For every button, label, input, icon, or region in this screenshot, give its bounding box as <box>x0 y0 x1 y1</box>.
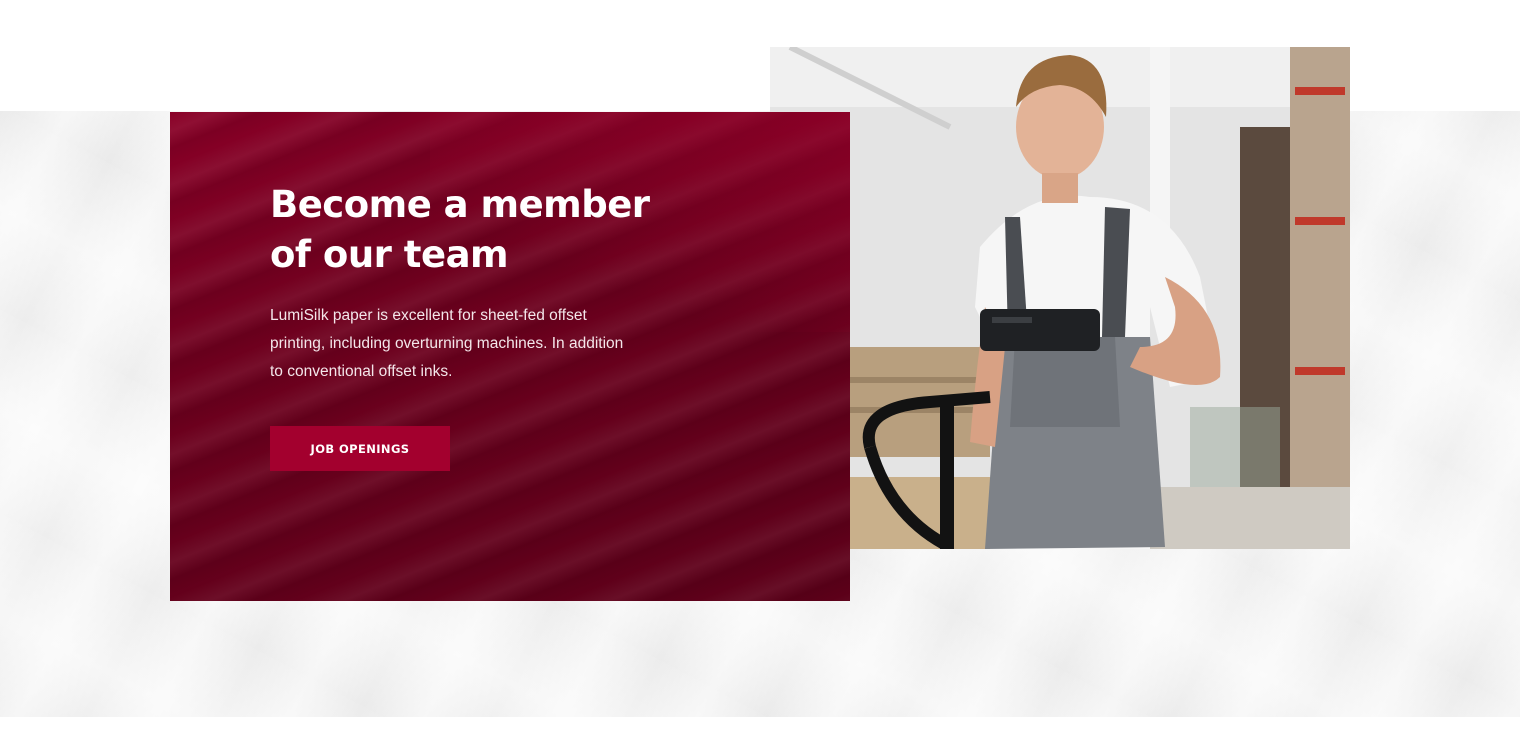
worker-image <box>770 47 1350 549</box>
section-title-line-2: of our team <box>270 233 509 276</box>
job-openings-button[interactable]: JOB OPENINGS <box>270 426 450 471</box>
section-title-line-1: Become a member <box>270 183 650 226</box>
description-line-1: LumiSilk paper is excellent for sheet-fe… <box>270 307 587 324</box>
description-line-2: printing, including overturning machines… <box>270 335 624 352</box>
description-line-3: to conventional offset inks. <box>270 363 453 380</box>
section-description: LumiSilk paper is excellent for sheet-fe… <box>270 302 670 386</box>
warehouse-worker-photo <box>770 47 1350 549</box>
section-title: Become a member of our team <box>270 180 690 280</box>
